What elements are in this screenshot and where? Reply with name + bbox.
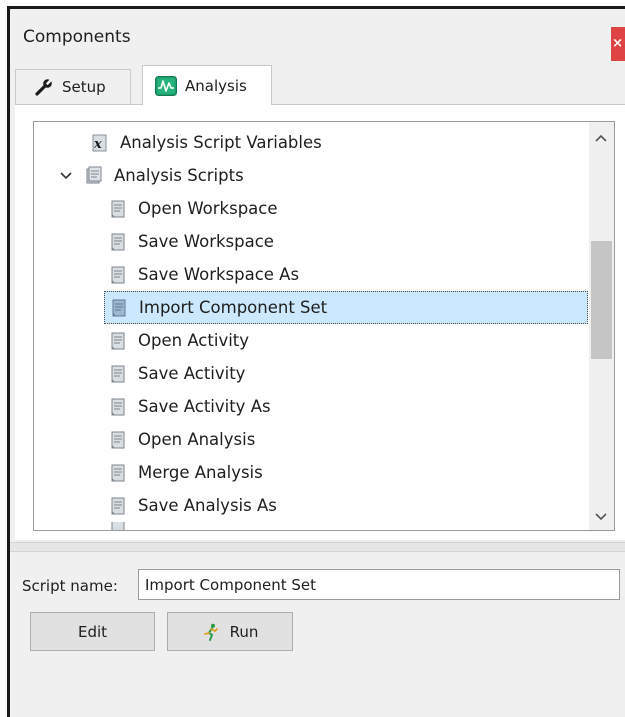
tree-item-merge-analysis[interactable]: Merge Analysis [34, 456, 589, 489]
tree-item-label: Save Analysis As [138, 496, 277, 515]
tab-strip: Setup Analysis [10, 65, 625, 105]
tree-scrollbar[interactable] [589, 122, 614, 530]
title-bar: Components × [10, 9, 625, 65]
edit-button-label: Edit [77, 622, 108, 641]
chevron-up-icon[interactable] [594, 128, 608, 147]
panel-splitter[interactable] [10, 542, 625, 552]
tree-item-analysis-script-variables[interactable]: x Analysis Script Variables [34, 126, 589, 159]
tree-item-open-workspace[interactable]: Open Workspace [34, 192, 589, 225]
script-icon [108, 397, 128, 417]
run-button-label: Run [229, 622, 259, 641]
tree-item-label: Open Analysis [138, 430, 256, 449]
running-person-icon [202, 623, 220, 641]
svg-text:x: x [93, 137, 102, 152]
tab-setup-label: Setup [62, 78, 106, 96]
tree-item-label: Save Workspace As [138, 265, 300, 284]
scroll-thumb[interactable] [591, 241, 612, 359]
script-icon [108, 430, 128, 450]
script-icon [108, 522, 128, 530]
variable-script-icon: x [90, 133, 110, 153]
script-name-label: Script name: [22, 577, 118, 595]
script-icon [108, 265, 128, 285]
run-button[interactable]: Run [167, 612, 293, 651]
tree-item-label: Open Activity [138, 331, 250, 350]
tab-analysis-label: Analysis [185, 76, 247, 95]
edit-button[interactable]: Edit [30, 612, 155, 651]
tree-item-save-workspace[interactable]: Save Workspace [34, 225, 589, 258]
script-icon [108, 199, 128, 219]
tab-analysis[interactable]: Analysis [142, 65, 272, 105]
script-icon [108, 232, 128, 252]
waveform-icon [155, 75, 177, 96]
tree-item-open-analysis[interactable]: Open Analysis [34, 423, 589, 456]
tree-item-label: Analysis Scripts [114, 166, 244, 185]
tree-item-save-activity-as[interactable]: Save Activity As [34, 390, 589, 423]
tree-item-save-activity[interactable]: Save Activity [34, 357, 589, 390]
tree-item-import-component-set[interactable]: Import Component Set [104, 291, 588, 324]
tree-item-label: Open Workspace [138, 199, 278, 218]
analysis-tab-content: x Analysis Script Variables Analysis Scr… [15, 104, 625, 540]
script-icon [108, 364, 128, 384]
tab-setup[interactable]: Setup [15, 69, 131, 104]
script-icon [108, 331, 128, 351]
panel-title: Components [23, 27, 131, 47]
script-icon [108, 496, 128, 516]
tree-item-label: Save Activity [138, 364, 246, 383]
close-button[interactable]: × [611, 27, 625, 61]
script-folder-icon [84, 166, 104, 186]
script-icon [108, 463, 128, 483]
script-name-input[interactable] [138, 569, 620, 600]
tree-item-label: Save Activity As [138, 397, 271, 416]
tree-item-partial [34, 522, 589, 530]
tree-item-save-analysis-as[interactable]: Save Analysis As [34, 489, 589, 522]
tree-item-label: Import Component Set [139, 298, 328, 317]
tree-item-label: Save Workspace [138, 232, 274, 251]
tree-item-save-workspace-as[interactable]: Save Workspace As [34, 258, 589, 291]
tree-item-open-activity[interactable]: Open Activity [34, 324, 589, 357]
components-panel: Components × Setup Analysis x Analysis S… [7, 6, 625, 717]
chevron-down-icon[interactable] [594, 507, 608, 526]
script-icon [109, 298, 129, 318]
chevron-down-icon[interactable] [56, 171, 76, 181]
tree-item-label: Merge Analysis [138, 463, 263, 482]
wrench-icon [34, 77, 54, 97]
tree-item-label: Analysis Script Variables [120, 133, 322, 152]
tree-item-analysis-scripts[interactable]: Analysis Scripts [34, 159, 589, 192]
script-tree: x Analysis Script Variables Analysis Scr… [33, 121, 615, 531]
